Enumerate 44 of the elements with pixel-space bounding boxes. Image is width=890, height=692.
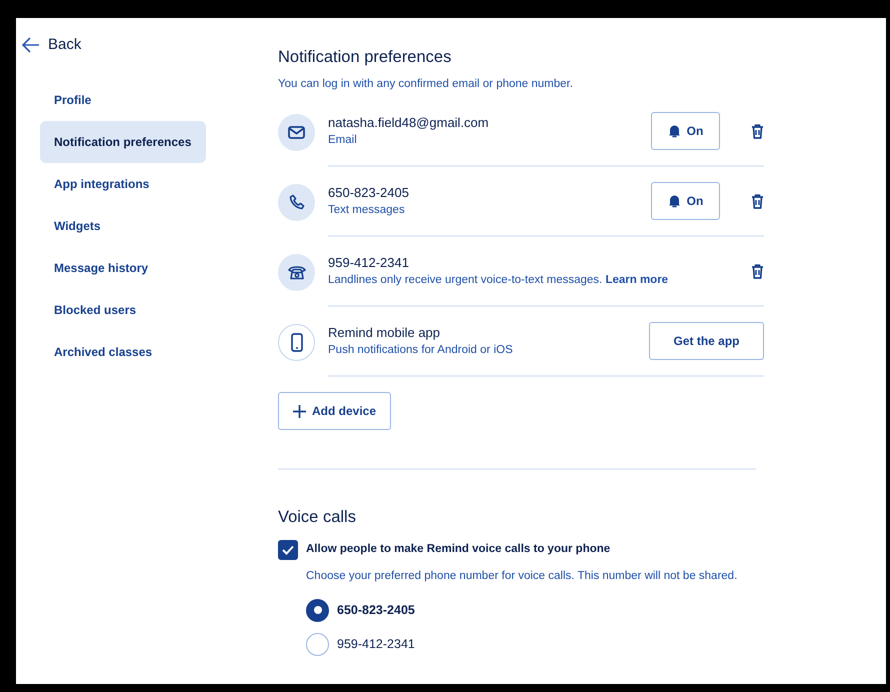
sidebar-item[interactable]: Profile: [40, 78, 206, 120]
checkmark-icon: [282, 544, 294, 555]
device-title: natasha.field48@gmail.com: [328, 114, 490, 132]
mobile-phone-icon: [290, 332, 302, 352]
device-title: 650-823-2405: [328, 184, 410, 202]
sidebar-item[interactable]: Blocked users: [40, 288, 206, 330]
sidebar-item[interactable]: Widgets: [40, 204, 206, 246]
radio-button[interactable]: [306, 632, 329, 656]
sidebar-item[interactable]: Message history: [40, 246, 206, 288]
bell-icon: [668, 194, 681, 208]
sidebar-item[interactable]: Archived classes: [40, 330, 206, 372]
learn-more-link[interactable]: Learn more: [605, 274, 668, 286]
radio-label: 959-412-2341: [337, 636, 415, 653]
radio-button[interactable]: [306, 598, 329, 622]
sidebar-item[interactable]: Notification preferences: [40, 120, 206, 162]
device-subtitle: Push notifications for Android or iOS: [328, 343, 514, 358]
notification-toggle-button[interactable]: On: [651, 182, 720, 220]
device-title: 959-412-2341: [328, 254, 410, 272]
plus-icon: [293, 404, 306, 418]
trash-icon[interactable]: [751, 264, 764, 279]
telephone-icon: [288, 264, 306, 280]
section-title: Notification preferences: [278, 48, 452, 68]
device-title: Remind mobile app: [328, 324, 442, 342]
bell-icon: [668, 124, 681, 138]
notification-toggle-button[interactable]: On: [651, 112, 720, 150]
device-subtitle: Landlines only receive urgent voice-to-text messages. Learn more: [328, 273, 670, 288]
section-subtitle: You can log in with any confirmed email or phone number.: [278, 76, 574, 92]
trash-icon[interactable]: [751, 124, 764, 139]
sidebar-item[interactable]: App integrations: [40, 162, 206, 204]
section-title: Voice calls: [278, 508, 357, 528]
checkbox-label: Allow people to make Remind voice calls to your phone: [306, 542, 610, 558]
radio-label: 650-823-2405: [337, 602, 415, 619]
device-subtitle: Text messages: [328, 203, 406, 218]
trash-icon[interactable]: [751, 194, 764, 209]
checkbox[interactable]: [278, 540, 298, 560]
back-arrow-icon: [22, 37, 40, 54]
envelope-icon: [288, 126, 305, 139]
device-subtitle: Email: [328, 133, 358, 148]
back-label[interactable]: Back: [48, 34, 82, 56]
get-app-button[interactable]: Get the app: [649, 322, 764, 360]
add-device-button[interactable]: Add device: [278, 392, 392, 430]
back-link[interactable]: Back: [22, 34, 82, 56]
phone-icon: [288, 194, 304, 210]
voice-calls-hint: Choose your preferred phone number for voice calls. This number will not be shared.: [306, 568, 738, 584]
